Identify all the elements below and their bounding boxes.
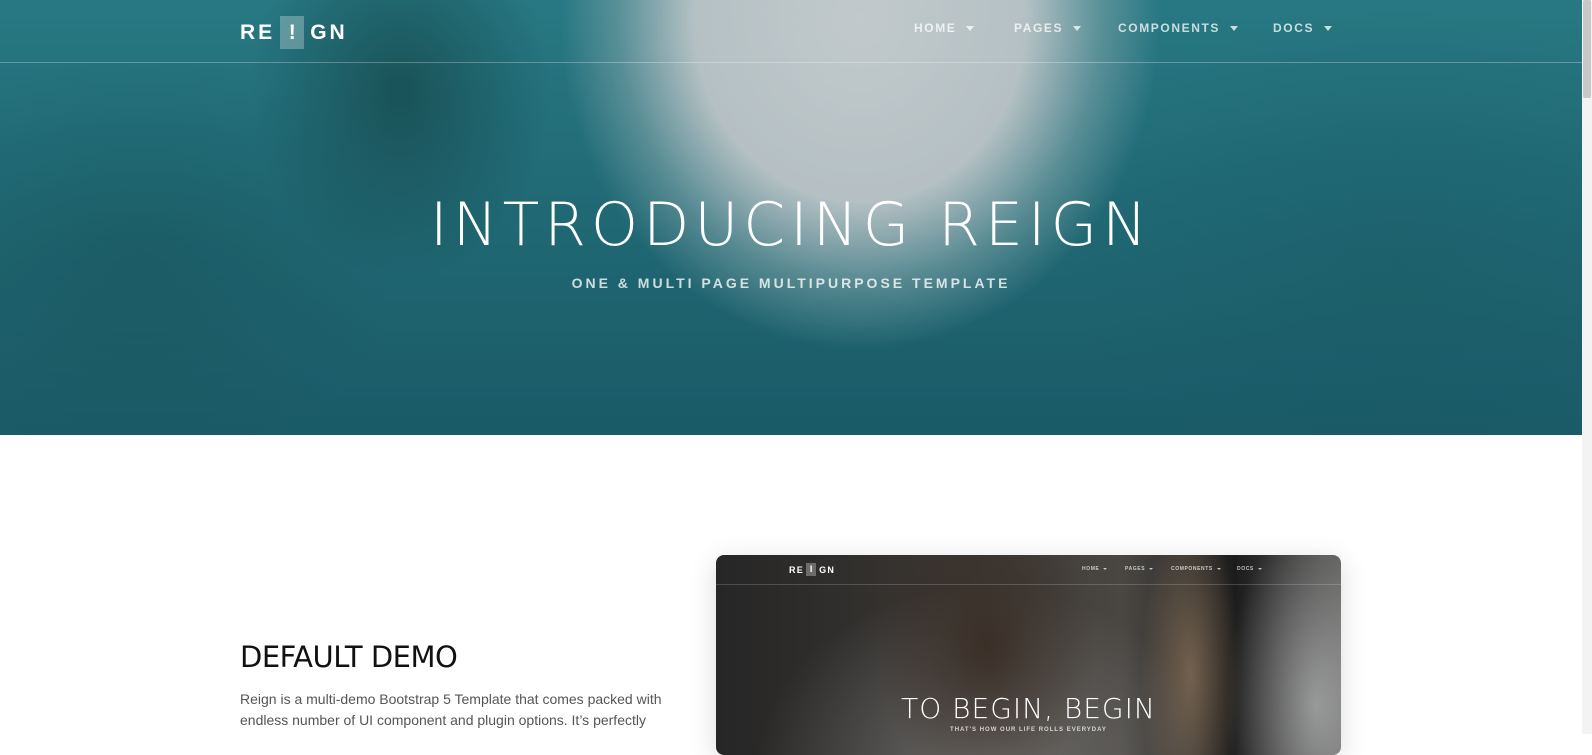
nav-item-components[interactable]: COMPONENTS (1118, 21, 1239, 35)
demo-description: Reign is a multi-demo Bootstrap 5 Templa… (240, 691, 662, 728)
hero-section: RE! GN HOME PAGES COMPONENTS DOCS INTRODU… (0, 0, 1582, 435)
preview-menu-item: HOME (1082, 566, 1108, 572)
nav-item-label: PAGES (1014, 21, 1064, 35)
demo-title: DEFAULT DEMO (240, 640, 458, 674)
brand-logo[interactable]: RE! GN (240, 16, 348, 49)
preview-logo-left: RE (789, 564, 805, 575)
logo-text-right: GN (310, 20, 348, 44)
preview-menu-label: HOME (1082, 566, 1100, 572)
preview-logo-right: GN (819, 564, 836, 575)
caret-down-icon (1103, 568, 1108, 570)
preview-navbar: RE I GN HOME PAGES COMPONENTS DOCS (716, 555, 1341, 585)
hero-title: INTRODUCING REIGN (430, 190, 1152, 260)
preview-menu-item: DOCS (1237, 566, 1262, 572)
preview-logo-mark: I (806, 563, 817, 576)
preview-subtitle: THAT'S HOW OUR LIFE ROLLS EVERYDAY (950, 727, 1107, 733)
caret-down-icon (1257, 568, 1262, 570)
nav-item-docs[interactable]: DOCS (1273, 21, 1333, 35)
caret-down-icon (966, 25, 975, 31)
demo-preview-image[interactable]: RE I GN HOME PAGES COMPONENTS DOCS TO BEGI… (716, 555, 1341, 755)
nav-item-label: HOME (914, 21, 957, 35)
nav-item-label: COMPONENTS (1118, 21, 1221, 35)
preview-menu-label: COMPONENTS (1171, 566, 1213, 572)
logo-mark: ! (280, 16, 305, 49)
nav-item-home[interactable]: HOME (914, 21, 975, 35)
caret-down-icon (1149, 568, 1154, 570)
caret-down-icon (1073, 25, 1082, 31)
caret-down-icon (1216, 568, 1221, 570)
hero-subtitle: ONE & MULTI PAGE MULTIPURPOSE TEMPLATE (571, 275, 1011, 291)
nav-item-pages[interactable]: PAGES (1014, 21, 1082, 35)
nav-item-label: DOCS (1273, 21, 1315, 35)
caret-down-icon (1324, 25, 1333, 31)
preview-menu-label: PAGES (1125, 566, 1146, 572)
logo-text-left: RE (240, 20, 276, 44)
preview-menu-item: PAGES (1125, 566, 1154, 572)
preview-title: TO BEGIN, BEGIN (901, 692, 1156, 725)
top-navbar: RE! GN HOME PAGES COMPONENTS DOCS (0, 0, 1582, 63)
scrollbar-thumb[interactable] (1583, 0, 1591, 98)
preview-menu-item: COMPONENTS (1171, 566, 1221, 572)
page-scrollbar[interactable] (1582, 0, 1592, 734)
caret-down-icon (1230, 25, 1239, 31)
preview-logo: RE I GN (789, 563, 835, 576)
preview-menu-label: DOCS (1237, 566, 1254, 572)
